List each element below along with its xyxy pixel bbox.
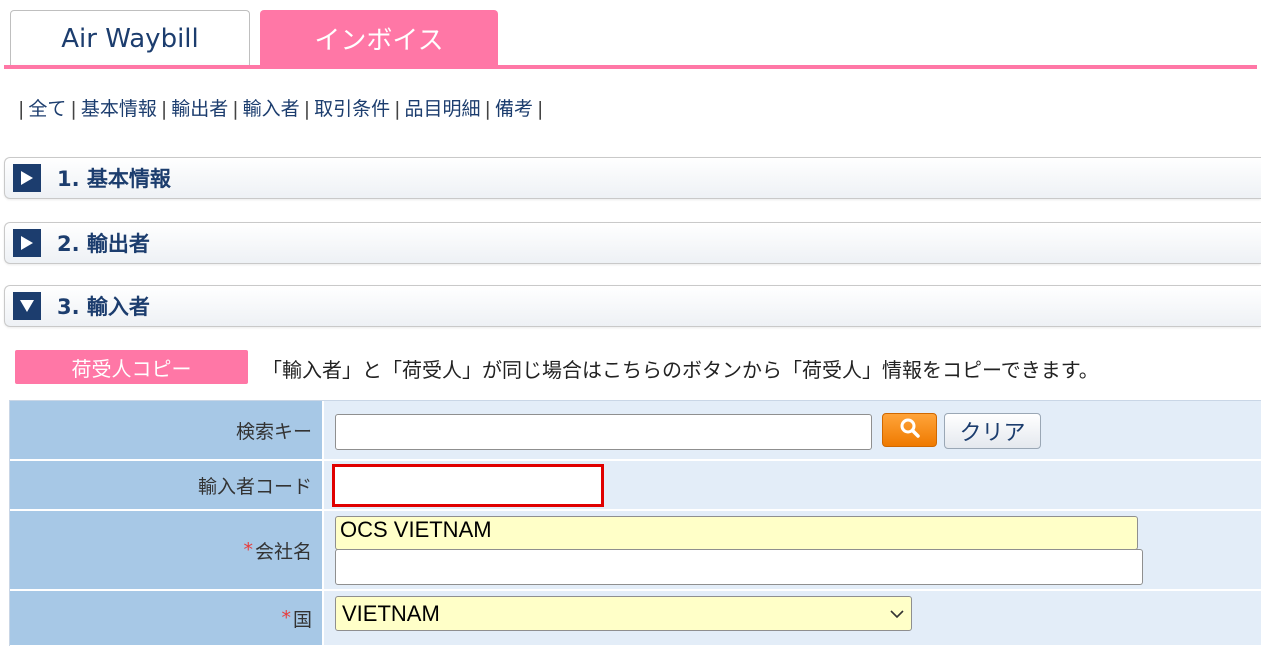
nav-link-exporter[interactable]: 輸出者 [171,98,228,120]
section-header-exporter[interactable]: 2. 輸出者 [4,222,1261,264]
nav-link-importer[interactable]: 輸入者 [243,98,300,120]
tab-air-waybill[interactable]: Air Waybill [10,10,250,66]
clear-button[interactable]: クリア [944,413,1041,449]
company-name-label: * 会社名 [10,511,324,591]
play-right-icon [13,229,41,257]
section-title: 1. 基本情報 [57,167,171,191]
nav-separator: | [303,98,311,120]
importer-code-input[interactable] [332,464,604,507]
tab-bar: Air Waybill インボイス [0,0,1261,70]
country-select[interactable]: VIETNAM [335,596,912,631]
copy-consignee-note: 「輸入者」と「荷受人」が同じ場合はこちらのボタンから「荷受人」情報をコピーできま… [262,358,1099,382]
search-key-label-text: 検索キー [235,420,312,443]
country-select-value: VIETNAM [342,600,440,626]
play-down-icon [13,292,41,320]
nav-link-remarks[interactable]: 備考 [495,98,533,120]
form-row-country: * 国 VIETNAM [10,591,1261,646]
play-right-icon [13,164,41,192]
company-name-cell: OCS VIETNAM [324,511,1261,591]
country-cell: VIETNAM [324,591,1261,646]
country-label: * 国 [10,591,324,646]
magnifier-icon [899,417,921,443]
tab-invoice[interactable]: インボイス [260,10,498,66]
company-name-label-text: 会社名 [254,540,312,563]
required-mark: * [281,607,291,629]
nav-separator: | [70,98,77,120]
section-header-basic-info[interactable]: 1. 基本情報 [4,157,1261,199]
company-name-line2-input[interactable] [335,549,1143,585]
nav-link-trade-terms[interactable]: 取引条件 [314,98,390,120]
nav-separator: | [232,98,239,120]
search-key-cell: クリア [324,401,1261,461]
search-button[interactable] [882,413,937,447]
importer-code-label: 輸入者コード [10,461,324,511]
search-key-input[interactable] [335,414,872,450]
nav-separator: | [394,98,401,120]
section-title: 3. 輸入者 [57,295,150,319]
importer-form: 検索キー クリア 輸入者コード * 会社名 OCS VIETNAM * 国 VI… [9,400,1261,646]
importer-code-cell [324,461,1261,511]
nav-separator: | [484,98,491,120]
form-row-company-name: * 会社名 OCS VIETNAM [10,511,1261,591]
nav-separator: | [536,98,544,120]
form-row-search-key: 検索キー クリア [10,401,1261,461]
section-header-importer[interactable]: 3. 輸入者 [4,285,1261,327]
importer-code-label-text: 輸入者コード [197,475,312,498]
form-row-importer-code: 輸入者コード [10,461,1261,511]
section-title: 2. 輸出者 [57,232,150,256]
nav-link-all[interactable]: 全て [28,98,66,120]
nav-separator: | [18,98,25,120]
chevron-down-icon [889,609,905,619]
nav-link-basic-info[interactable]: 基本情報 [81,98,157,120]
section-anchor-nav: | 全て | 基本情報 | 輸出者 | 輸入者 | 取引条件 | 品目明細 | 備考 | [14,94,547,121]
nav-link-item-details[interactable]: 品目明細 [405,98,481,120]
nav-separator: | [160,98,168,120]
company-name-line1-input[interactable]: OCS VIETNAM [335,516,1138,550]
country-label-text: 国 [292,608,312,631]
required-mark: * [243,539,253,561]
copy-consignee-button[interactable]: 荷受人コピー [15,350,248,384]
tab-underline [4,65,1257,69]
search-key-label: 検索キー [10,401,324,461]
